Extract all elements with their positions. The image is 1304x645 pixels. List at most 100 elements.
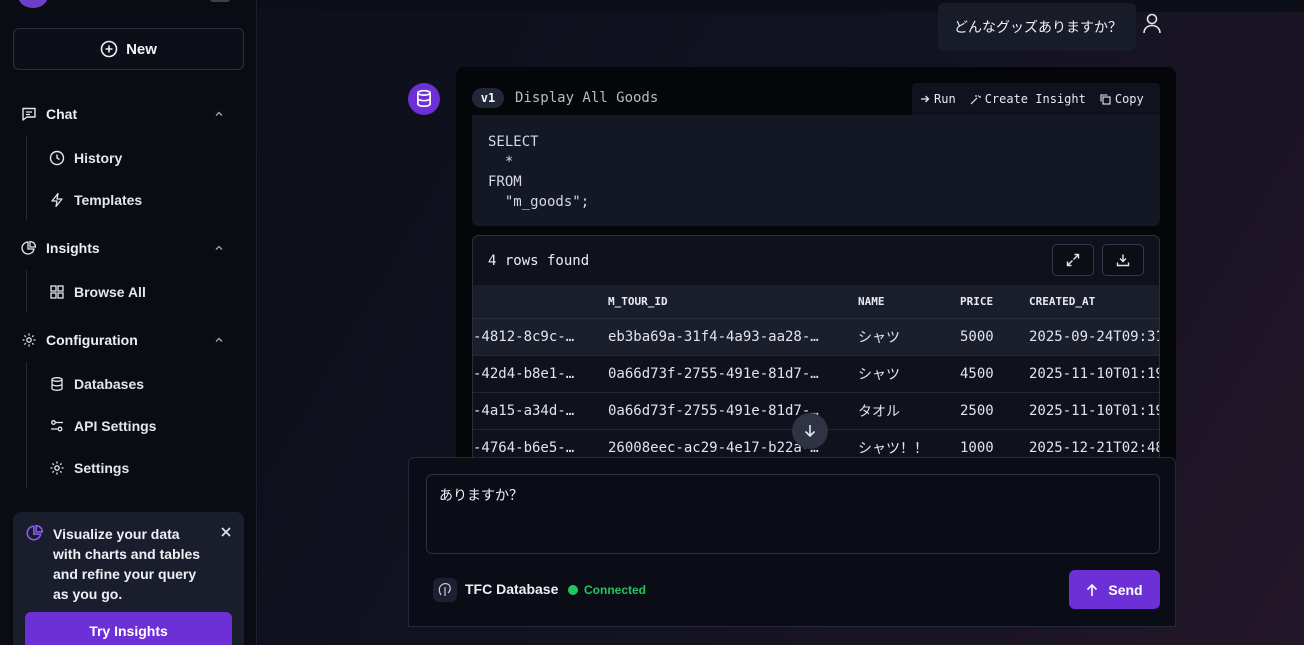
- database-icon: [415, 89, 433, 109]
- section-divider-line: [26, 362, 27, 488]
- arrow-right-icon: [920, 94, 930, 104]
- new-chat-label: New: [126, 40, 157, 58]
- arrow-up-icon: [1086, 583, 1098, 597]
- sidebar-item-databases[interactable]: Databases: [48, 371, 144, 397]
- sidebar-item-api-settings[interactable]: API Settings: [48, 413, 156, 439]
- download-icon: [1116, 253, 1130, 267]
- user-avatar-icon: [1142, 12, 1162, 34]
- table-header-row: M_TOUR_ID NAME PRICE CREATED_AT: [473, 285, 1159, 319]
- table-cell: eb3ba69a-31f4-4a93-aa28-…: [608, 318, 858, 356]
- postgres-icon: [433, 578, 457, 602]
- table-cell: -42d4-b8e1-…: [473, 355, 608, 393]
- column-header[interactable]: [473, 285, 608, 319]
- table-row[interactable]: -42d4-b8e1-… 0a66d73f-2755-491e-81d7-… シ…: [473, 355, 1159, 393]
- database-icon: [48, 376, 66, 392]
- send-label: Send: [1108, 581, 1143, 598]
- sliders-icon: [48, 418, 66, 434]
- expand-button[interactable]: [1052, 244, 1094, 276]
- sql-code-block: SELECT * FROM "m_goods";: [472, 115, 1160, 226]
- copy-icon: [1100, 93, 1111, 105]
- column-header[interactable]: PRICE: [960, 285, 1029, 319]
- assistant-avatar: [408, 83, 440, 115]
- section-configuration-label: Configuration: [46, 332, 138, 348]
- download-button[interactable]: [1102, 244, 1144, 276]
- scroll-to-bottom-button[interactable]: [792, 413, 828, 449]
- sidebar-item-templates[interactable]: Templates: [48, 187, 142, 213]
- user-message: どんなグッズありますか？: [938, 3, 1136, 51]
- column-header[interactable]: CREATED_AT: [1029, 285, 1159, 319]
- sidebar-item-browse-all[interactable]: Browse All: [48, 279, 146, 305]
- table-cell: 2025-11-10T01:19: [1029, 355, 1159, 393]
- table-cell: 4500: [960, 355, 1029, 393]
- section-chat-label: Chat: [46, 106, 78, 122]
- close-icon[interactable]: [220, 526, 232, 538]
- version-badge: v1: [472, 88, 504, 108]
- connection-status-dot: [568, 585, 578, 595]
- chat-icon: [20, 106, 38, 122]
- try-insights-button[interactable]: Try Insights: [25, 612, 232, 645]
- new-chat-button[interactable]: New: [13, 28, 244, 70]
- sidebar-item-templates-label: Templates: [74, 192, 143, 208]
- sidebar-toggle-icon[interactable]: [210, 0, 230, 2]
- insights-icon: [20, 240, 38, 256]
- connection-status: Connected: [584, 583, 647, 597]
- copy-button[interactable]: Copy: [1100, 92, 1144, 106]
- top-bar: [258, 0, 1304, 12]
- plus-circle-icon: [100, 40, 118, 58]
- chevron-up-icon[interactable]: [210, 242, 228, 254]
- section-insights[interactable]: Insights: [20, 236, 240, 260]
- table-row[interactable]: -4812-8c9c-… eb3ba69a-31f4-4a93-aa28-… シ…: [473, 318, 1159, 356]
- section-insights-label: Insights: [46, 240, 100, 256]
- sparkle-icon: [970, 94, 981, 105]
- send-button[interactable]: Send: [1069, 570, 1160, 609]
- chevron-up-icon[interactable]: [210, 334, 228, 346]
- chevron-up-icon[interactable]: [210, 108, 228, 120]
- query-toolbar: Run Create Insight Copy: [912, 83, 1160, 115]
- sidebar-item-history-label: History: [74, 150, 123, 166]
- lightning-icon: [48, 192, 66, 208]
- grid-icon: [48, 284, 66, 300]
- create-insight-label: Create Insight: [984, 92, 1086, 106]
- gear-icon: [20, 332, 38, 348]
- message-input[interactable]: [426, 474, 1160, 554]
- expand-icon: [1066, 253, 1080, 267]
- query-title: Display All Goods: [515, 90, 659, 106]
- create-insight-button[interactable]: Create Insight: [970, 92, 1086, 106]
- database-name[interactable]: TFC Database: [465, 581, 558, 597]
- promo-text: Visualize your data with charts and tabl…: [53, 526, 201, 602]
- column-header[interactable]: M_TOUR_ID: [608, 285, 858, 319]
- sidebar-item-history[interactable]: History: [48, 145, 122, 171]
- table-cell: シャツ: [858, 355, 960, 393]
- sql-code: SELECT * FROM "m_goods";: [488, 134, 590, 210]
- rows-found-count: 4 rows found: [488, 253, 590, 269]
- table-cell: -4812-8c9c-…: [473, 318, 608, 356]
- sidebar-item-databases-label: Databases: [74, 376, 145, 392]
- gear-icon: [48, 460, 66, 476]
- section-configuration[interactable]: Configuration: [20, 328, 240, 352]
- message-composer: TFC Database Connected Send: [408, 457, 1176, 627]
- table-cell: -4a15-a34d-…: [473, 392, 608, 430]
- section-divider-line: [26, 136, 27, 220]
- arrow-down-icon: [803, 423, 817, 439]
- run-label: Run: [934, 92, 956, 106]
- app-logo[interactable]: [18, 0, 48, 8]
- table-cell: 2025-11-10T01:19: [1029, 392, 1159, 430]
- copy-label: Copy: [1114, 92, 1144, 106]
- sidebar-item-api-settings-label: API Settings: [74, 418, 157, 434]
- section-chat[interactable]: Chat: [20, 102, 240, 126]
- sidebar-item-browse-all-label: Browse All: [74, 284, 146, 300]
- table-cell: 2500: [960, 392, 1029, 430]
- run-button[interactable]: Run: [920, 92, 956, 106]
- column-header[interactable]: NAME: [858, 285, 960, 319]
- result-table-panel: 4 rows found M_TOUR_ID NAME PRICE CREATE…: [472, 235, 1160, 487]
- table-cell: シャツ: [858, 318, 960, 356]
- sidebar: New Chat History Templates Insights Brow…: [0, 0, 257, 645]
- chat-main: どんなグッズありますか？ v1 Display All Goods Run Cr…: [258, 0, 1304, 645]
- table-cell: 0a66d73f-2755-491e-81d7-…: [608, 355, 858, 393]
- clock-icon: [48, 150, 66, 166]
- sidebar-item-settings[interactable]: Settings: [48, 455, 129, 481]
- section-divider-line: [26, 270, 27, 312]
- table-cell: タオル: [858, 392, 960, 430]
- insights-icon: [26, 524, 44, 542]
- table-cell: 2025-09-24T09:31: [1029, 318, 1159, 356]
